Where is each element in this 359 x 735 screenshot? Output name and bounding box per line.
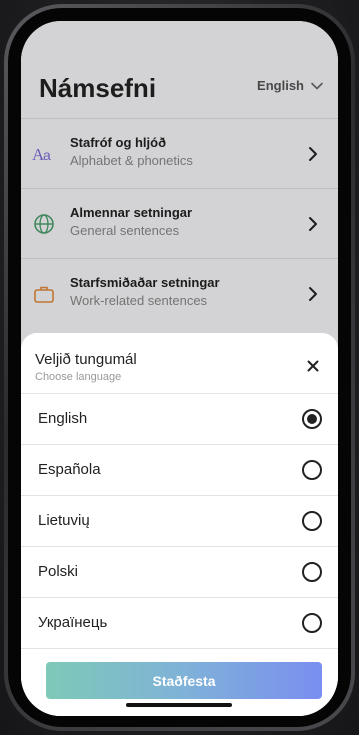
divider [21,648,338,649]
close-icon [307,360,319,372]
radio-unselected[interactable] [302,562,322,582]
language-option-english[interactable]: English [21,393,338,444]
radio-unselected[interactable] [302,613,322,633]
radio-unselected[interactable] [302,511,322,531]
radio-dot [307,414,317,424]
home-indicator [126,703,232,707]
close-button[interactable] [302,355,324,377]
confirm-button[interactable]: Staðfesta [46,662,322,699]
phone-screen: Námsefni English Aa Stafróf og hljóð Alp… [21,21,338,716]
radio-selected[interactable] [302,409,322,429]
language-option-polski[interactable]: Polski [21,546,338,597]
language-option-label: Lietuvių [38,512,90,529]
language-option-label: Українець [38,614,108,631]
language-option-espanola[interactable]: Española [21,444,338,495]
language-option-label: Española [38,461,101,478]
sheet-subtitle: Choose language [35,371,122,383]
sheet-title: Veljið tungumál [35,351,137,368]
language-option-lietuviu[interactable]: Lietuvių [21,495,338,546]
language-option-label: English [38,410,88,427]
language-option-ukrainian[interactable]: Українець [21,597,338,648]
radio-unselected[interactable] [302,460,322,480]
language-bottom-sheet: Veljið tungumál Choose language English … [21,333,338,716]
language-option-label: Polski [38,563,79,580]
